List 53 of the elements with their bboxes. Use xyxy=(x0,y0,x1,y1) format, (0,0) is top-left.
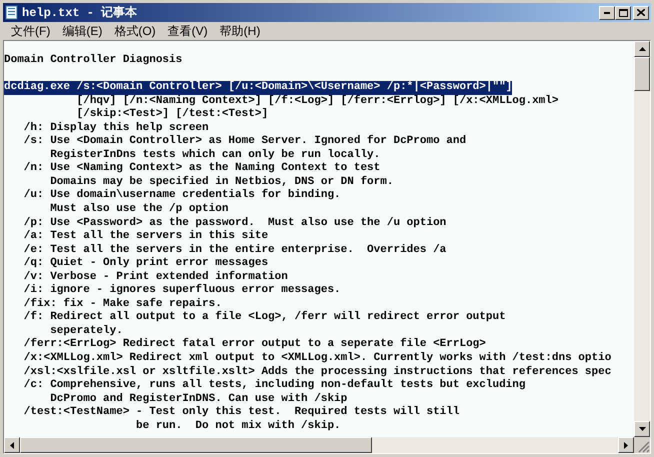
text-line: /q: Quiet - Only print error messages xyxy=(22,257,268,270)
text-line: seperately. xyxy=(49,324,123,338)
text-line: /a: Test all the servers in this site xyxy=(22,230,268,244)
text-line: /h: Display this help screen xyxy=(22,122,209,135)
size-grip-icon[interactable] xyxy=(638,441,650,453)
text-line: /v: Verbose - Print extended information xyxy=(22,270,288,284)
text-line: /u: Use domain\username credentials for binding. xyxy=(22,189,341,203)
close-icon xyxy=(637,9,645,16)
menu-item[interactable]: 文件(F) xyxy=(5,22,56,40)
text-line: [/skip:<Test>] [/test:<Test>] xyxy=(76,108,268,122)
text-line: /xsl:<xslfile.xsl or xsltfile.xslt> Adds the processing instructions that references spec xyxy=(22,366,612,378)
up-arrow-icon xyxy=(638,47,646,51)
horizontal-scrollbar[interactable] xyxy=(4,437,634,453)
minimize-button[interactable] xyxy=(599,6,615,20)
notepad-icon xyxy=(5,5,19,20)
text-line: Must also use the /p option xyxy=(49,203,228,217)
down-arrow-icon xyxy=(638,427,646,431)
text-area[interactable] xyxy=(4,41,634,437)
text-line: /n: Use <Naming Context> as the Naming Context to test xyxy=(22,162,380,176)
maximize-button[interactable] xyxy=(615,6,631,20)
menu-item[interactable]: 编辑(E) xyxy=(56,22,108,40)
text-line: be run. Do not mix with /skip. xyxy=(135,420,341,434)
text-line: /p: Use <Password> as the password. Must also use the /u option xyxy=(22,216,446,230)
scroll-down-button[interactable] xyxy=(634,421,650,437)
menu-item[interactable]: 格式(O) xyxy=(108,22,162,40)
vertical-scrollbar[interactable] xyxy=(634,41,650,437)
text-line: /s: Use <Domain Controller> as Home Server. Ignored for DcPromo and xyxy=(22,135,466,149)
text-line: [/hqv] [/n:<Naming Context>] [/f:<Log>] [/ferr:<Errlog>] [/x:<XMLLog.xml> xyxy=(76,94,558,108)
left-arrow-icon xyxy=(10,442,14,448)
maximize-icon xyxy=(618,8,628,16)
scroll-up-button[interactable] xyxy=(634,41,650,57)
text-line: RegisterInDns tests which can only be run locally. xyxy=(49,148,380,162)
scroll-right-button[interactable] xyxy=(618,437,634,453)
text-line: /f: Redirect all output to a file <Log>, /ferr will redirect error output xyxy=(22,311,506,325)
document-heading: Domain Controller Diagnosis xyxy=(4,54,182,68)
text-line: /x:<XMLLog.xml> Redirect xml output to <XMLLog.xml>. Currently works with /test:dns optio xyxy=(22,352,612,366)
minimize-icon xyxy=(604,12,610,14)
scroll-thumb[interactable] xyxy=(20,437,372,453)
window-title: help.txt - 记事本 xyxy=(22,4,138,22)
menu-item[interactable]: 查看(V) xyxy=(162,22,214,40)
close-button[interactable] xyxy=(633,6,649,20)
text-line: /test:<TestName> - Test only this test. Required tests will still xyxy=(22,406,460,420)
text-line: /fix: fix - Make safe repairs. xyxy=(22,298,222,310)
scroll-thumb[interactable] xyxy=(634,57,650,91)
menu-item[interactable]: 帮助(H) xyxy=(214,22,266,40)
text-line: /ferr:<ErrLog> Redirect fatal error output to a seperate file <ErrLog> xyxy=(22,338,486,352)
right-arrow-icon xyxy=(624,442,628,448)
text-line: /c: Comprehensive, runs all tests, including non-default tests but excluding xyxy=(22,379,526,393)
text-line: /i: ignore - ignores superfluous error messages. xyxy=(22,284,341,298)
scroll-left-button[interactable] xyxy=(4,437,20,453)
text-line: Domains may be specified in Netbios, DNS or DN form. xyxy=(49,176,394,188)
text-line: /e: Test all the servers in the entire enterprise. Overrides /a xyxy=(22,244,446,257)
text-line: DcPromo and RegisterInDNS. Can use with /skip xyxy=(49,392,348,406)
